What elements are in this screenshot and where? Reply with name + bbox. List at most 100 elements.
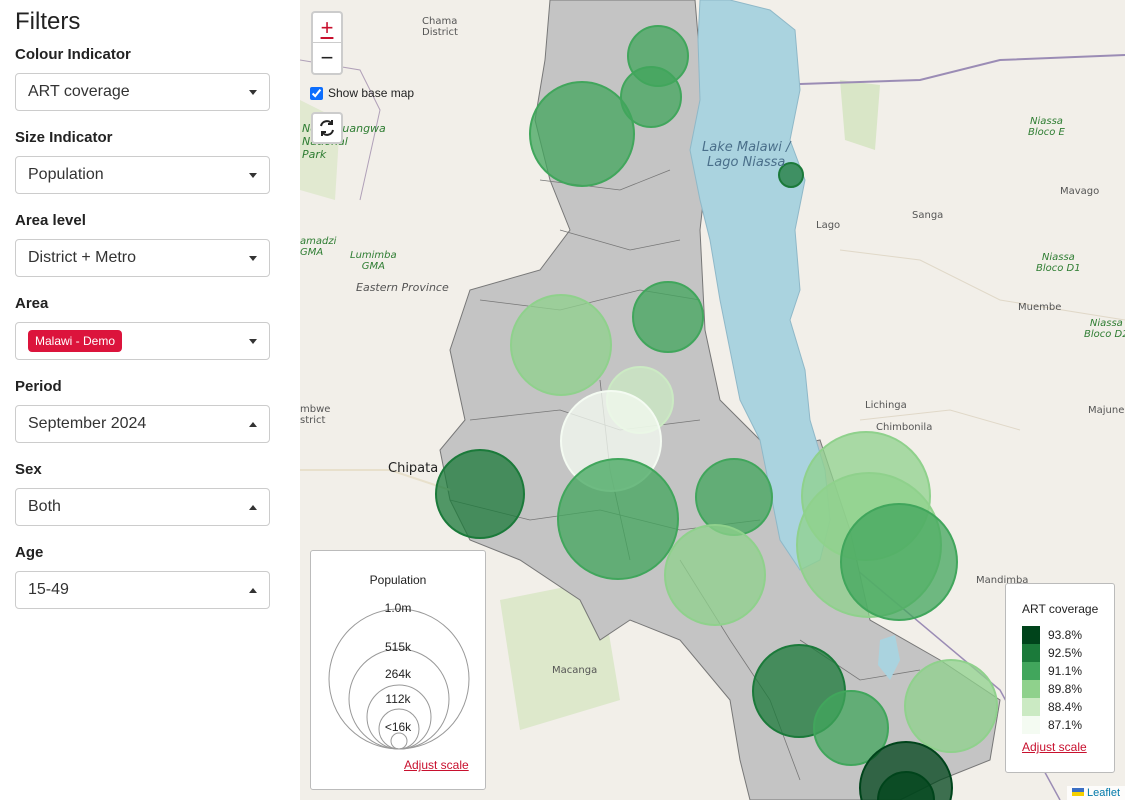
sex-filter: Sex Both: [15, 461, 285, 526]
refresh-icon: [320, 120, 334, 136]
colour-legend-row: 92.5%: [1022, 644, 1082, 662]
size-indicator-select[interactable]: Population: [15, 156, 270, 194]
size-legend-value: 264k: [384, 667, 412, 681]
colour-adjust-scale-link[interactable]: Adjust scale: [1022, 740, 1087, 754]
period-filter: Period September 2024: [15, 378, 285, 443]
filter-label: Area level: [15, 212, 86, 229]
base-map-label: Show base map: [328, 86, 415, 100]
chevron-up-icon: [249, 504, 257, 510]
area-level-filter: Area level District + Metro: [15, 212, 285, 277]
chevron-up-icon: [249, 587, 257, 593]
colour-legend-label: 91.1%: [1048, 664, 1083, 678]
flag-icon: [1071, 788, 1084, 796]
chevron-up-icon: [249, 421, 257, 427]
sex-select[interactable]: Both: [15, 488, 270, 526]
filters-title: Filters: [15, 8, 81, 35]
period-select[interactable]: September 2024: [15, 405, 270, 443]
map-label-lago: Lago: [816, 220, 841, 231]
district-bubble[interactable]: [695, 458, 773, 536]
colour-indicator-select[interactable]: ART coverage: [15, 73, 270, 111]
map-label-niassa-e: Niassa Bloco E: [1028, 116, 1065, 138]
size-legend-value: 112k: [385, 692, 411, 706]
chevron-down-icon: [249, 255, 257, 261]
map-label-chimbonila: Chimbonila: [876, 422, 933, 433]
colour-swatch: [1022, 662, 1040, 680]
refresh-button[interactable]: [311, 112, 343, 144]
age-select[interactable]: 15-49: [15, 571, 270, 609]
colour-legend-label: 93.8%: [1048, 628, 1083, 642]
district-bubble[interactable]: [510, 294, 612, 396]
colour-legend: ART coverage 93.8% 92.5% 91.1% 89.8% 88.…: [1005, 583, 1115, 773]
filter-label: Age: [15, 544, 44, 561]
colour-legend-label: 88.4%: [1048, 700, 1083, 714]
colour-indicator-filter: Colour Indicator ART coverage: [15, 46, 285, 111]
leaflet-attribution[interactable]: Leaflet: [1066, 786, 1125, 800]
chevron-down-icon: [249, 338, 257, 344]
map-label-lumimba: Lumimba GMA: [350, 250, 397, 272]
colour-legend-label: 92.5%: [1048, 646, 1083, 660]
area-chip[interactable]: Malawi - Demo: [28, 330, 123, 352]
colour-swatch: [1022, 680, 1040, 698]
map-label-sanga: Sanga: [912, 210, 944, 221]
size-legend-value: <16k: [384, 720, 412, 734]
map-label-lichinga: Lichinga: [865, 400, 907, 411]
select-value: ART coverage: [28, 83, 130, 100]
map-label-nkhata: mbwe strict: [300, 404, 331, 426]
colour-legend-label: 89.8%: [1048, 682, 1083, 696]
colour-legend-row: 93.8%: [1022, 626, 1082, 644]
base-map-checkbox[interactable]: [310, 86, 323, 100]
area-select[interactable]: Malawi - Demo: [15, 322, 270, 360]
district-bubble[interactable]: [840, 503, 958, 621]
zoom-out-button[interactable]: −: [313, 43, 341, 73]
select-value: Both: [28, 498, 61, 515]
select-value: Population: [28, 166, 104, 183]
map-label-niassa-d1: Niassa Bloco D1: [1036, 252, 1081, 274]
select-value: District + Metro: [28, 249, 137, 266]
colour-legend-row: 88.4%: [1022, 698, 1082, 716]
map-view[interactable]: Chama District North Luangwa National Pa…: [300, 0, 1125, 800]
map-label-lake-malawi: Lake Malawi / Lago Niassa: [702, 140, 791, 170]
size-legend-value: 515k: [384, 640, 412, 654]
district-bubble[interactable]: [904, 659, 998, 753]
zoom-in-button[interactable]: +: [313, 13, 341, 43]
size-adjust-scale-link[interactable]: Adjust scale: [404, 758, 469, 772]
colour-swatch: [1022, 716, 1040, 734]
map-label-chipata: Chipata: [388, 461, 439, 476]
map-label-niassa-d2: Niassa Bloco D2: [1084, 318, 1125, 340]
map-label-eastern-province: Eastern Province: [356, 281, 449, 294]
colour-swatch: [1022, 626, 1040, 644]
filter-label: Size Indicator: [15, 129, 113, 146]
area-level-select[interactable]: District + Metro: [15, 239, 270, 277]
colour-legend-title: ART coverage: [1022, 602, 1099, 616]
filter-label: Area: [15, 295, 49, 312]
attribution-text: Leaflet: [1086, 787, 1120, 799]
show-base-map-toggle[interactable]: Show base map: [310, 86, 414, 100]
map-label-muembe: Muembe: [1018, 302, 1062, 313]
district-bubble[interactable]: [557, 458, 679, 580]
district-bubble[interactable]: [632, 281, 704, 353]
filter-label: Sex: [15, 461, 42, 478]
colour-legend-row: 91.1%: [1022, 662, 1082, 680]
map-label-majune: Majune: [1088, 405, 1125, 416]
chevron-down-icon: [249, 172, 257, 178]
colour-legend-label: 87.1%: [1048, 718, 1083, 732]
colour-swatch: [1022, 644, 1040, 662]
district-bubble[interactable]: [664, 524, 766, 626]
colour-swatch: [1022, 698, 1040, 716]
area-filter: Area Malawi - Demo: [15, 295, 285, 360]
filter-label: Colour Indicator: [15, 46, 131, 63]
filter-label: Period: [15, 378, 62, 395]
colour-legend-row: 89.8%: [1022, 680, 1082, 698]
size-legend-value: 1.0m: [384, 601, 412, 615]
chevron-down-icon: [249, 89, 257, 95]
filters-sidebar: Filters Colour Indicator ART coverage Si…: [0, 0, 300, 800]
map-label-macanga: Macanga: [552, 665, 598, 676]
district-bubble[interactable]: [435, 449, 525, 539]
zoom-control: + −: [311, 11, 343, 75]
district-bubble[interactable]: [529, 81, 635, 187]
size-legend: Population 1.0m 515k 264k 112k <16k Adju…: [310, 550, 486, 790]
size-indicator-filter: Size Indicator Population: [15, 129, 285, 194]
select-value: 15-49: [28, 581, 69, 598]
map-label-mavago: Mavago: [1060, 186, 1100, 197]
age-filter: Age 15-49: [15, 544, 285, 609]
